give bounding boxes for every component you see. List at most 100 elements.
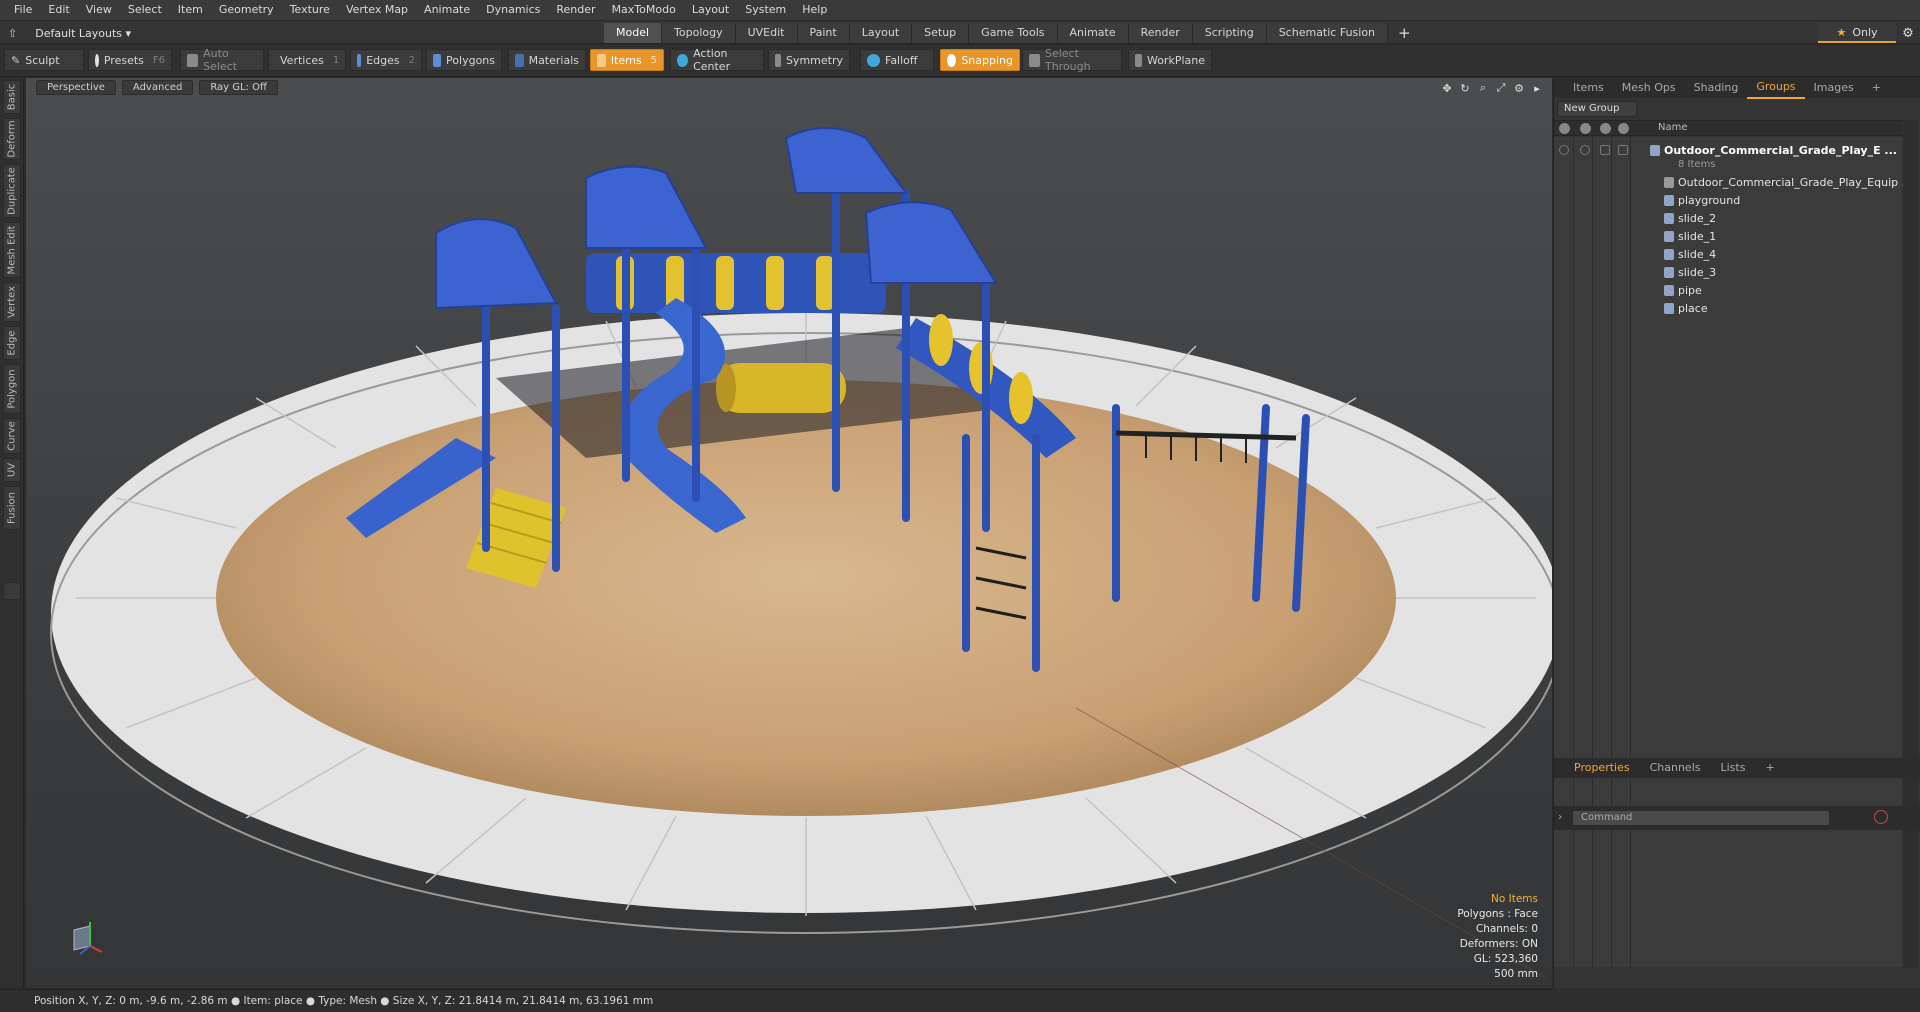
group-lock-checkbox[interactable] bbox=[1600, 145, 1610, 155]
tab-shading[interactable]: Shading bbox=[1685, 78, 1748, 98]
vtab-duplicate[interactable]: Duplicate bbox=[3, 164, 21, 218]
rotate-view-icon[interactable]: ↻ bbox=[1458, 81, 1472, 95]
tab-game-tools[interactable]: Game Tools bbox=[969, 23, 1058, 43]
auto-select-button[interactable]: Auto Select bbox=[180, 47, 264, 73]
tree-item[interactable]: Outdoor_Commercial_Grade_Play_Equip ... bbox=[1554, 173, 1912, 191]
viewport-settings-icon[interactable]: ⚙ bbox=[1512, 81, 1526, 95]
tab-images[interactable]: Images bbox=[1805, 78, 1863, 98]
symmetry-button[interactable]: Symmetry bbox=[768, 49, 850, 71]
vtab-fusion[interactable]: Fusion bbox=[3, 486, 21, 530]
layout-up-icon[interactable]: ⇧ bbox=[4, 27, 21, 40]
vtab-edge[interactable]: Edge bbox=[3, 326, 21, 360]
group-render-icon[interactable] bbox=[1580, 145, 1590, 155]
3d-viewport[interactable]: Perspective Advanced Ray GL: Off ✥ ↻ ⌕ ⤢… bbox=[26, 78, 1552, 988]
menu-system[interactable]: System bbox=[737, 0, 794, 20]
tab-schematic-fusion[interactable]: Schematic Fusion bbox=[1266, 23, 1389, 43]
menu-geometry[interactable]: Geometry bbox=[211, 0, 282, 20]
vertices-button[interactable]: Vertices 1 bbox=[268, 49, 346, 71]
group-eye-icon[interactable] bbox=[1559, 145, 1569, 155]
gear-icon[interactable]: ⚙ bbox=[1898, 23, 1918, 43]
vtab-mesh-edit[interactable]: Mesh Edit bbox=[3, 222, 21, 278]
menu-edit[interactable]: Edit bbox=[40, 0, 77, 20]
raygl-button[interactable]: Ray GL: Off bbox=[199, 80, 278, 95]
action-center-button[interactable]: Action Center bbox=[670, 47, 764, 73]
tab-paint[interactable]: Paint bbox=[797, 23, 850, 43]
add-bottom-tab-plus-icon[interactable]: + bbox=[1755, 758, 1784, 778]
items-button[interactable]: Items 5 bbox=[590, 49, 664, 71]
group-select-checkbox[interactable] bbox=[1618, 145, 1628, 155]
menu-item[interactable]: Item bbox=[170, 0, 211, 20]
edges-button[interactable]: Edges 2 bbox=[350, 49, 422, 71]
tab-uvedit[interactable]: UVEdit bbox=[735, 23, 798, 43]
select-through-button[interactable]: Select Through bbox=[1022, 47, 1122, 73]
tab-mesh-ops[interactable]: Mesh Ops bbox=[1613, 78, 1685, 98]
add-tab-plus-icon[interactable]: + bbox=[1388, 23, 1421, 43]
tab-scripting[interactable]: Scripting bbox=[1192, 23, 1267, 43]
tree-item[interactable]: pipe bbox=[1554, 281, 1902, 299]
menu-maxtomodo[interactable]: MaxToModo bbox=[604, 0, 684, 20]
menu-file[interactable]: File bbox=[6, 0, 40, 20]
tab-layout[interactable]: Layout bbox=[849, 23, 913, 43]
menu-view[interactable]: View bbox=[78, 0, 120, 20]
vtab-basic[interactable]: Basic bbox=[3, 80, 21, 114]
visibility-col-eye-icon[interactable] bbox=[1559, 123, 1570, 134]
vtab-polygon[interactable]: Polygon bbox=[3, 364, 21, 414]
sculpt-button[interactable]: ✎ Sculpt bbox=[4, 49, 84, 71]
tab-properties[interactable]: Properties bbox=[1564, 758, 1640, 778]
menu-texture[interactable]: Texture bbox=[282, 0, 338, 20]
tree-scrollbar[interactable] bbox=[1903, 120, 1919, 968]
materials-button[interactable]: Materials bbox=[508, 49, 586, 71]
tab-model[interactable]: Model bbox=[604, 23, 663, 43]
fit-view-icon[interactable]: ⤢ bbox=[1494, 81, 1508, 95]
tab-items[interactable]: Items bbox=[1564, 78, 1613, 98]
tree-item[interactable]: playground bbox=[1554, 191, 1902, 209]
select-col-icon[interactable] bbox=[1618, 123, 1629, 134]
command-input[interactable]: Command bbox=[1572, 810, 1830, 826]
menu-help[interactable]: Help bbox=[794, 0, 835, 20]
tree-item[interactable]: place bbox=[1554, 299, 1902, 317]
zoom-view-icon[interactable]: ⌕ bbox=[1476, 81, 1490, 95]
tab-groups[interactable]: Groups bbox=[1747, 77, 1805, 99]
move-view-icon[interactable]: ✥ bbox=[1440, 81, 1454, 95]
presets-button[interactable]: Presets F6 bbox=[88, 49, 172, 71]
shading-advanced-button[interactable]: Advanced bbox=[121, 80, 194, 95]
tab-render[interactable]: Render bbox=[1128, 23, 1193, 43]
tab-channels[interactable]: Channels bbox=[1640, 758, 1711, 778]
record-icon[interactable] bbox=[1874, 810, 1888, 824]
render-col-icon[interactable] bbox=[1580, 123, 1591, 134]
menu-dynamics[interactable]: Dynamics bbox=[478, 0, 548, 20]
workplane-button[interactable]: WorkPlane bbox=[1128, 49, 1212, 71]
snapping-button[interactable]: Snapping bbox=[940, 49, 1020, 71]
viewport-expand-icon[interactable]: ▸ bbox=[1530, 81, 1544, 95]
command-arrow-icon: › bbox=[1558, 810, 1563, 823]
lock-col-icon[interactable] bbox=[1600, 123, 1611, 134]
vtab-uv[interactable]: UV bbox=[3, 458, 21, 482]
tab-topology[interactable]: Topology bbox=[662, 23, 736, 43]
vtab-expand[interactable] bbox=[3, 582, 21, 600]
tab-setup[interactable]: Setup bbox=[912, 23, 970, 43]
add-panel-tab-plus-icon[interactable]: + bbox=[1863, 78, 1890, 98]
tree-item[interactable]: slide_1 bbox=[1554, 227, 1902, 245]
new-group-button[interactable]: New Group bbox=[1557, 101, 1637, 117]
menu-vertex-map[interactable]: Vertex Map bbox=[338, 0, 416, 20]
viewport-nav-icons: ✥ ↻ ⌕ ⤢ ⚙ ▸ bbox=[1440, 81, 1544, 95]
menu-render[interactable]: Render bbox=[548, 0, 603, 20]
only-button[interactable]: ★ Only bbox=[1818, 23, 1896, 43]
view-perspective-button[interactable]: Perspective bbox=[36, 80, 116, 95]
tab-lists[interactable]: Lists bbox=[1711, 758, 1756, 778]
tab-animate[interactable]: Animate bbox=[1057, 23, 1129, 43]
vtab-vertex[interactable]: Vertex bbox=[3, 282, 21, 322]
vtab-deform[interactable]: Deform bbox=[3, 118, 21, 160]
menu-layout[interactable]: Layout bbox=[684, 0, 737, 20]
tree-item[interactable]: slide_2 bbox=[1554, 209, 1902, 227]
tree-item[interactable]: slide_3 bbox=[1554, 263, 1902, 281]
polygons-button[interactable]: Polygons bbox=[426, 49, 502, 71]
falloff-button[interactable]: Falloff bbox=[860, 49, 934, 71]
tree-item[interactable]: slide_4 bbox=[1554, 245, 1902, 263]
channels-info: Channels: 0 bbox=[1475, 923, 1538, 935]
layout-dropdown[interactable]: Default Layouts ▾ bbox=[29, 27, 137, 40]
menu-animate[interactable]: Animate bbox=[416, 0, 478, 20]
menu-select[interactable]: Select bbox=[120, 0, 170, 20]
vtab-curve[interactable]: Curve bbox=[3, 418, 21, 454]
snapping-icon bbox=[947, 53, 957, 67]
